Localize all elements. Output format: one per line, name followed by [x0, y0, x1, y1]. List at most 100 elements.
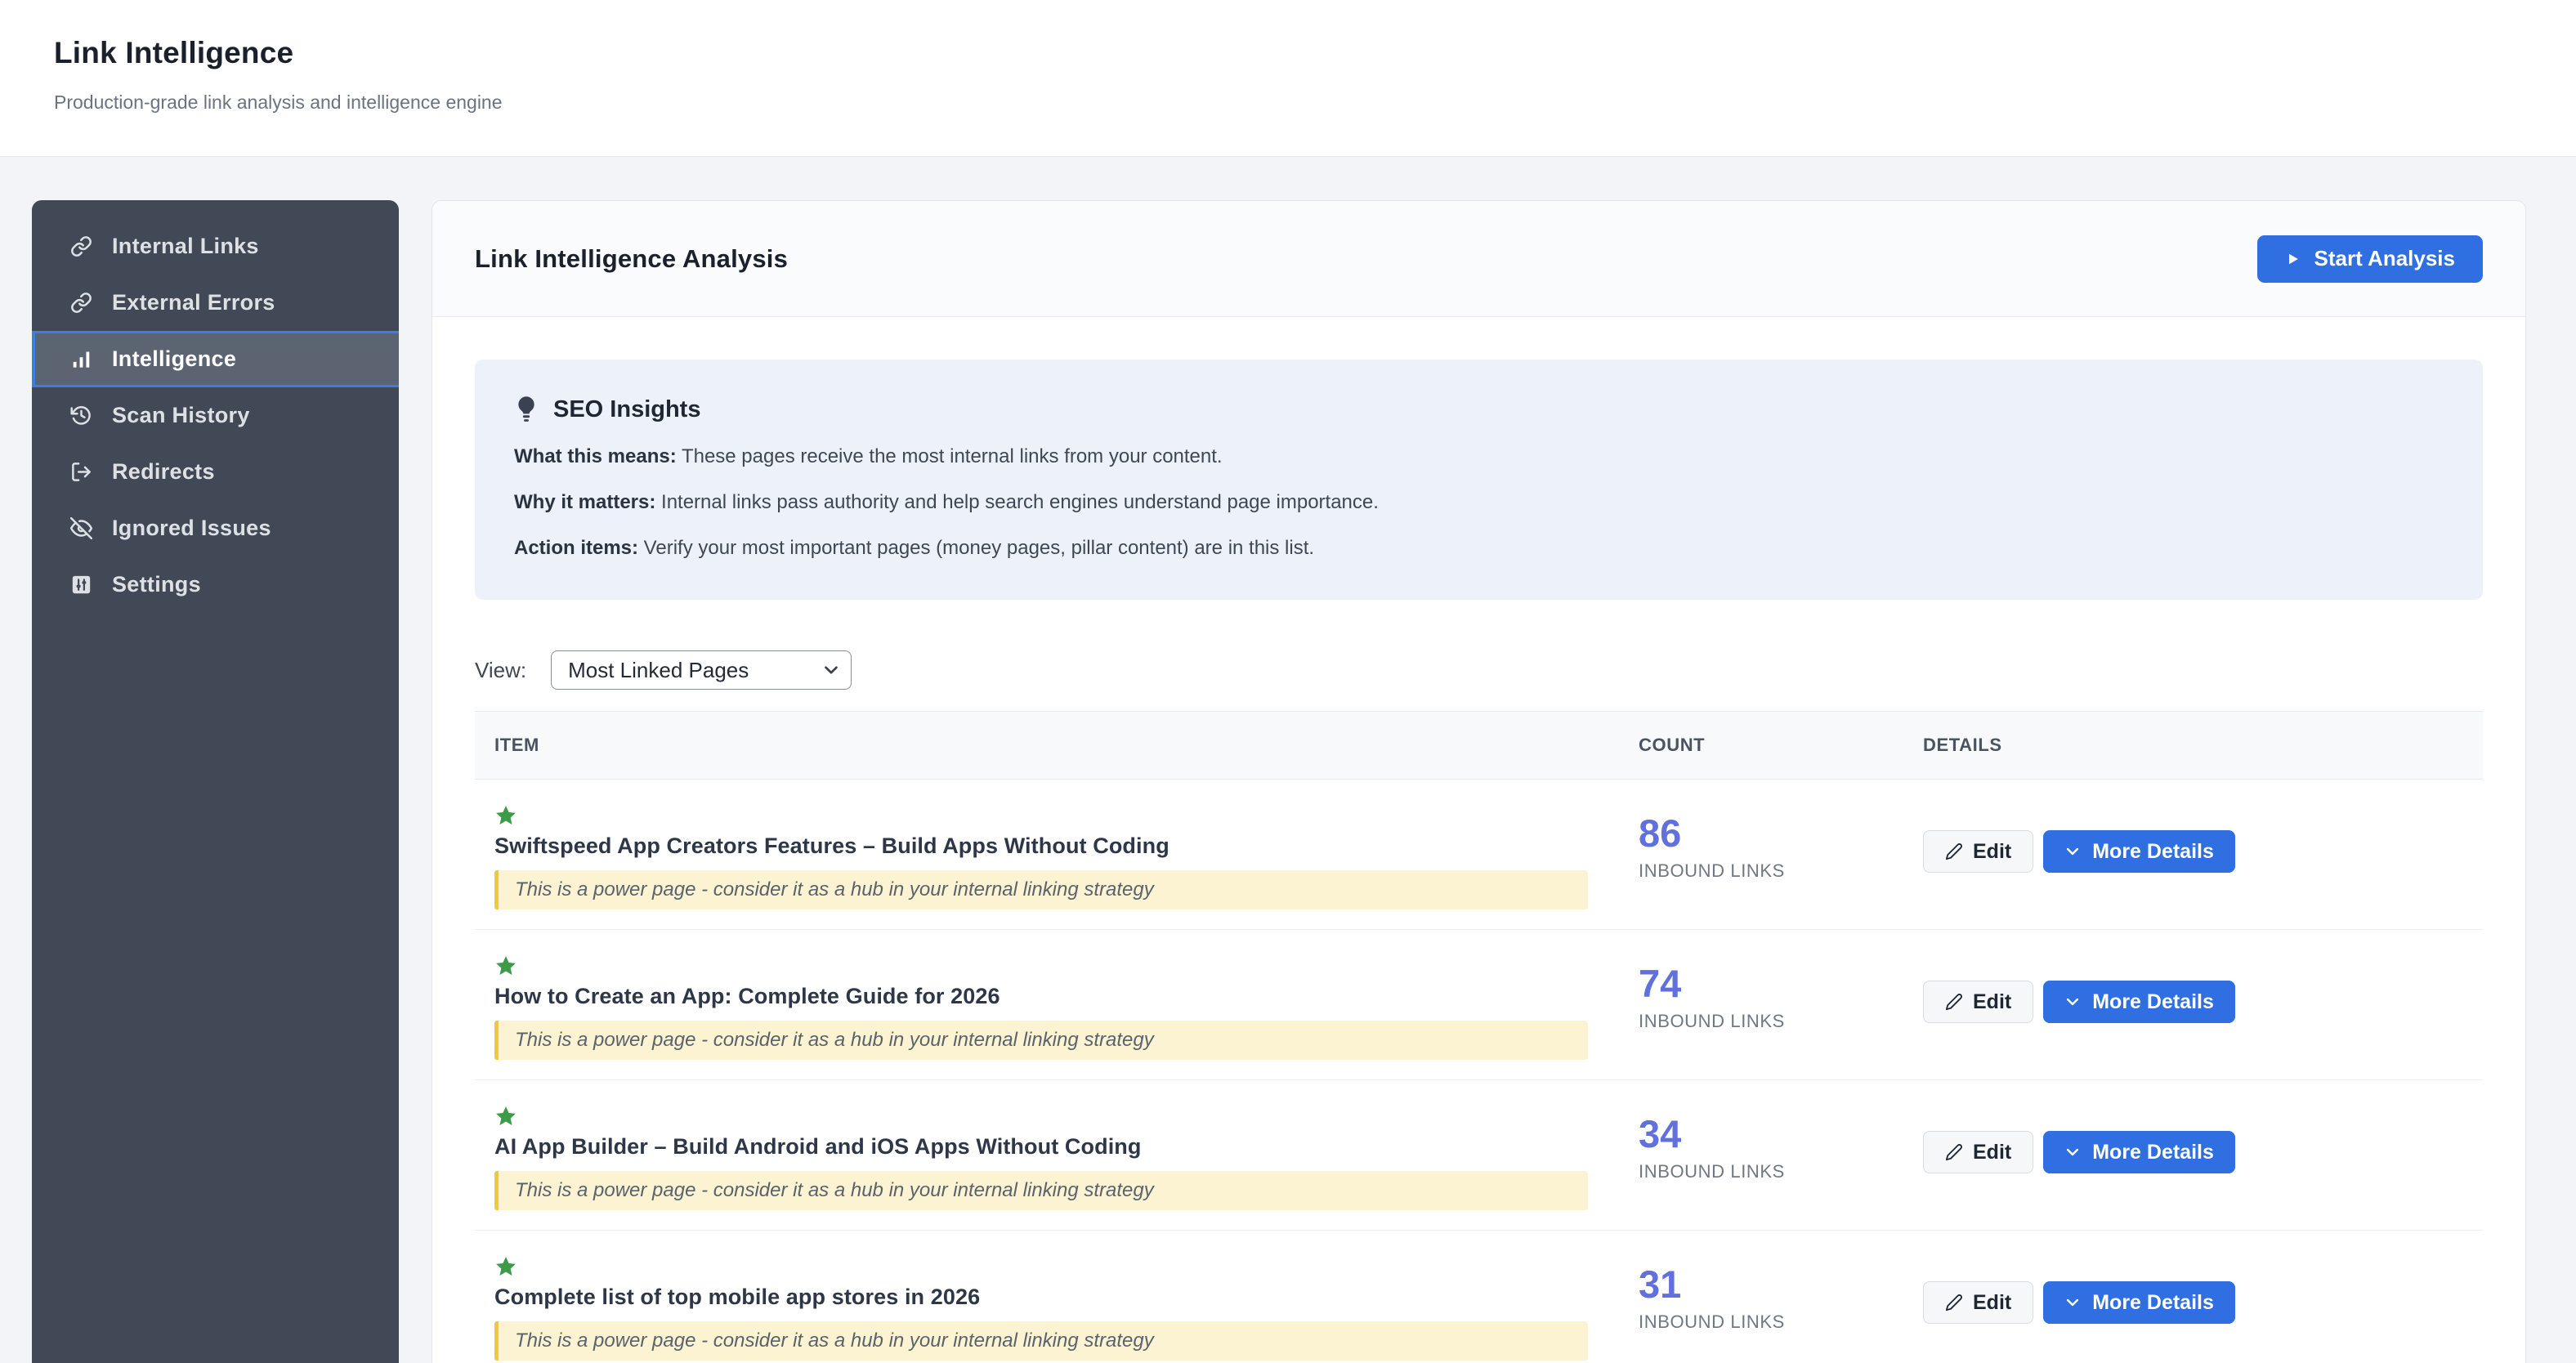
play-icon	[2285, 251, 2301, 267]
item-cell: How to Create an App: Complete Guide for…	[475, 930, 1639, 1079]
sidebar-item-label: External Errors	[112, 290, 275, 315]
most-linked-pages-table: ITEM COUNT DETAILS Swiftspeed App Creato…	[475, 711, 2483, 1363]
more-details-label: More Details	[2092, 990, 2214, 1013]
power-page-note: This is a power page - consider it as a …	[494, 1021, 1588, 1060]
inbound-links-caption: INBOUND LINKS	[1639, 1011, 1785, 1031]
count-cell: 31 INBOUND LINKS	[1639, 1231, 1923, 1363]
table-row: Swiftspeed App Creators Features – Build…	[475, 780, 2483, 930]
insight-action-items: Action items: Verify your most important…	[514, 536, 2444, 561]
page-header: Link Intelligence Production-grade link …	[0, 0, 2576, 157]
edit-label: Edit	[1973, 839, 2012, 863]
more-details-button[interactable]: More Details	[2043, 981, 2235, 1023]
details-cell: Edit More Details	[1923, 930, 2483, 1079]
seo-insights-title: SEO Insights	[553, 395, 701, 422]
inbound-count: 86	[1639, 811, 1682, 855]
panel-header: Link Intelligence Analysis Start Analysi…	[432, 201, 2525, 317]
more-details-label: More Details	[2092, 839, 2214, 863]
more-details-button[interactable]: More Details	[2043, 830, 2235, 873]
link-icon	[70, 292, 92, 314]
table-row: AI App Builder – Build Android and iOS A…	[475, 1080, 2483, 1231]
insight-what-this-means: What this means: These pages receive the…	[514, 445, 2444, 469]
view-select-wrap: Most Linked Pages	[551, 650, 852, 690]
column-header-item: ITEM	[494, 735, 539, 755]
star-icon	[494, 804, 517, 827]
chevron-down-icon	[2064, 1144, 2081, 1160]
column-header-details: DETAILS	[1923, 735, 2002, 755]
table-row: Complete list of top mobile app stores i…	[475, 1231, 2483, 1363]
item-cell: AI App Builder – Build Android and iOS A…	[475, 1080, 1639, 1230]
start-analysis-button[interactable]: Start Analysis	[2256, 235, 2483, 283]
sidebar-item-redirects[interactable]: Redirects	[32, 444, 399, 500]
pencil-icon	[1945, 993, 1963, 1011]
more-details-label: More Details	[2092, 1290, 2214, 1314]
seo-insights-panel: SEO Insights What this means: These page…	[475, 360, 2483, 600]
page-title-text: Complete list of top mobile app stores i…	[494, 1285, 981, 1309]
view-control: View: Most Linked Pages	[475, 650, 2483, 690]
insight-label: Action items:	[514, 537, 639, 559]
panel-body: SEO Insights What this means: These page…	[432, 317, 2525, 1363]
edit-button[interactable]: Edit	[1923, 981, 2034, 1023]
page-title-text: Swiftspeed App Creators Features – Build…	[494, 833, 1169, 858]
sidebar-item-label: Ignored Issues	[112, 516, 271, 540]
page-subtitle: Production-grade link analysis and intel…	[54, 92, 503, 113]
star-icon	[494, 1105, 517, 1128]
table-header-row: ITEM COUNT DETAILS	[475, 711, 2483, 780]
item-cell: Complete list of top mobile app stores i…	[475, 1231, 1639, 1363]
count-cell: 86 INBOUND LINKS	[1639, 780, 1923, 929]
page-title-text: AI App Builder – Build Android and iOS A…	[494, 1134, 1142, 1159]
insight-why-it-matters: Why it matters: Internal links pass auth…	[514, 490, 2444, 515]
details-cell: Edit More Details	[1923, 780, 2483, 929]
inbound-links-caption: INBOUND LINKS	[1639, 1161, 1785, 1182]
column-header-count: COUNT	[1639, 735, 1706, 755]
sidebar-item-label: Redirects	[112, 459, 215, 484]
edit-button[interactable]: Edit	[1923, 830, 2034, 873]
panel-title: Link Intelligence Analysis	[475, 244, 789, 273]
table-body: Swiftspeed App Creators Features – Build…	[475, 780, 2483, 1363]
sidebar-item-settings[interactable]: Settings	[32, 556, 399, 613]
more-details-button[interactable]: More Details	[2043, 1281, 2235, 1324]
power-page-note: This is a power page - consider it as a …	[494, 870, 1588, 909]
edit-button[interactable]: Edit	[1923, 1281, 2034, 1324]
analysis-panel: Link Intelligence Analysis Start Analysi…	[432, 200, 2526, 1363]
count-cell: 34 INBOUND LINKS	[1639, 1080, 1923, 1230]
item-cell: Swiftspeed App Creators Features – Build…	[475, 780, 1639, 929]
inbound-count: 34	[1639, 1112, 1682, 1155]
inbound-links-caption: INBOUND LINKS	[1639, 1312, 1785, 1332]
more-details-label: More Details	[2092, 1140, 2214, 1164]
edit-label: Edit	[1973, 990, 2012, 1013]
history-icon	[70, 404, 92, 427]
seo-insights-header: SEO Insights	[514, 395, 2444, 423]
sidebar-item-scan-history[interactable]: Scan History	[32, 387, 399, 444]
sidebar-item-external-errors[interactable]: External Errors	[32, 275, 399, 331]
more-details-button[interactable]: More Details	[2043, 1131, 2235, 1173]
edit-label: Edit	[1973, 1290, 2012, 1314]
page-title: Link Intelligence	[54, 36, 294, 69]
sidebar-item-ignored-issues[interactable]: Ignored Issues	[32, 500, 399, 556]
star-icon	[494, 954, 517, 977]
edit-label: Edit	[1973, 1140, 2012, 1164]
link-icon	[70, 235, 92, 257]
power-page-note: This is a power page - consider it as a …	[494, 1321, 1588, 1361]
inbound-count: 74	[1639, 962, 1682, 1005]
sidebar-item-internal-links[interactable]: Internal Links	[32, 218, 399, 275]
view-select[interactable]: Most Linked Pages	[551, 650, 852, 690]
details-cell: Edit More Details	[1923, 1080, 2483, 1230]
sidebar-item-label: Scan History	[112, 403, 250, 427]
edit-button[interactable]: Edit	[1923, 1131, 2034, 1173]
sidebar-item-intelligence[interactable]: Intelligence	[32, 331, 399, 387]
sidebar-item-label: Settings	[112, 572, 201, 597]
sidebar: Internal Links External Errors Intelligenc…	[32, 200, 399, 1363]
count-cell: 74 INBOUND LINKS	[1639, 930, 1923, 1079]
pencil-icon	[1945, 1143, 1963, 1161]
insight-label: What this means:	[514, 445, 677, 467]
link-intelligence-app: Link Intelligence Production-grade link …	[0, 0, 2576, 1363]
start-analysis-label: Start Analysis	[2314, 246, 2455, 270]
lightbulb-icon	[514, 395, 539, 423]
eye-off-icon	[70, 517, 92, 539]
inbound-count: 31	[1639, 1262, 1682, 1306]
bar-chart-icon	[70, 348, 92, 370]
sidebar-item-label: Intelligence	[112, 346, 237, 371]
insight-label: Why it matters:	[514, 491, 656, 513]
view-label: View:	[475, 657, 527, 682]
inbound-links-caption: INBOUND LINKS	[1639, 860, 1785, 881]
